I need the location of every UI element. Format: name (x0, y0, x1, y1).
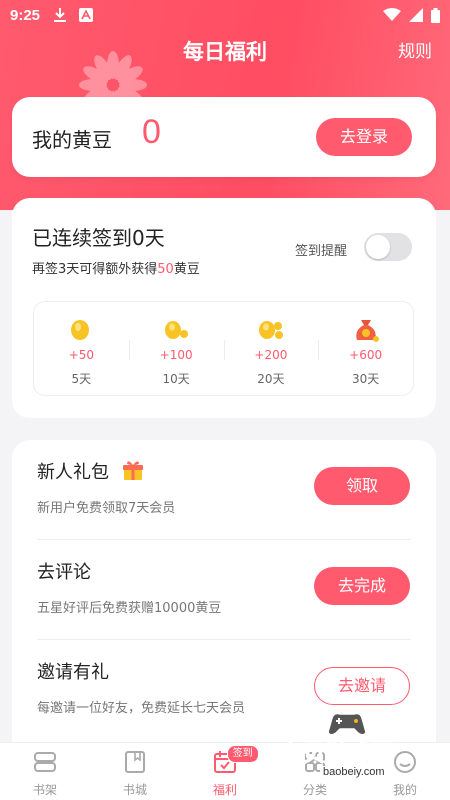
task-title: 去评论 (37, 562, 91, 583)
tab-label: 福利 (212, 783, 237, 797)
status-bar: 9:25 (0, 0, 450, 30)
tab-category[interactable]: 分类 (270, 743, 360, 800)
task-invite: 邀请有礼 每邀请一位好友，免费延长七天会员 去邀请 (12, 640, 436, 740)
battery-icon (431, 7, 440, 23)
invite-button[interactable]: 去邀请 (314, 667, 410, 705)
sign-in-subtitle: 再签3天可得额外获得50黄豆 (32, 258, 200, 277)
status-right-group (383, 7, 440, 23)
subtitle-prefix: 再签3天可得额外获得 (32, 262, 158, 277)
reward-item: +200 20天 (223, 302, 319, 395)
coin-icon (71, 320, 90, 340)
category-icon (305, 752, 325, 772)
task-title: 邀请有礼 (37, 662, 109, 683)
coins-icon (165, 321, 189, 339)
task-review: 去评论 五星好评后免费获赠10000黄豆 去完成 (12, 540, 436, 640)
tab-label: 分类 (302, 783, 327, 797)
money-bag-icon (355, 320, 379, 342)
beans-card: 我的黄豆 0 去登录 (12, 97, 436, 177)
page-title: 每日福利 (183, 40, 267, 64)
task-description: 五星好评后免费获赠10000黄豆 (37, 601, 222, 616)
complete-button[interactable]: 去完成 (314, 567, 410, 605)
rules-link[interactable]: 规则 (398, 37, 432, 62)
tab-label: 书架 (32, 783, 57, 797)
status-time: 9:25 (10, 6, 41, 24)
reward-item: +600 30天 (318, 302, 413, 395)
bottom-tab-bar: 书架 书城 签到 福利 分类 我的 (0, 742, 450, 800)
reward-item: +50 5天 (34, 302, 129, 395)
toggle-knob (366, 235, 390, 259)
task-description: 每邀请一位好友，免费延长七天会员 (37, 701, 246, 716)
beans-count: 0 (142, 113, 161, 151)
reward-days: 30天 (351, 372, 380, 386)
task-title: 新人礼包 (37, 462, 109, 483)
reward-item: +100 10天 (128, 302, 224, 395)
reward-days: 5天 (71, 372, 92, 386)
signal-icon (409, 8, 423, 22)
tab-welfare[interactable]: 签到 福利 (180, 743, 270, 800)
beans-label: 我的黄豆 (32, 128, 112, 152)
bookstore-icon (125, 751, 145, 773)
tab-bookshelf[interactable]: 书架 (0, 743, 90, 800)
coin-stack-icon (258, 321, 283, 339)
claim-button[interactable]: 领取 (314, 467, 410, 505)
reward-points: +600 (349, 348, 383, 362)
sign-in-card: 已连续签到0天 再签3天可得额外获得50黄豆 签到提醒 +50 5天 +100 … (12, 198, 436, 418)
reminder-label: 签到提醒 (295, 244, 348, 259)
font-icon (79, 8, 94, 22)
bookshelf-icon (34, 752, 56, 772)
tab-profile[interactable]: 我的 (360, 743, 450, 800)
wifi-icon (383, 8, 401, 21)
top-bar: 每日福利 规则 (0, 30, 450, 70)
tab-label: 我的 (392, 783, 417, 797)
reward-points: +100 (159, 348, 193, 362)
tasks-card: 新人礼包 新用户免费领取7天会员 领取 去评论 五星好评后免费获赠10000黄豆… (12, 440, 436, 760)
sign-in-badge: 签到 (226, 745, 259, 763)
profile-icon (394, 751, 416, 773)
tab-label: 书城 (122, 783, 147, 797)
subtitle-highlight: 50 (157, 262, 174, 277)
reward-days: 20天 (257, 372, 285, 386)
task-new-user-gift: 新人礼包 新用户免费领取7天会员 领取 (12, 440, 436, 540)
reward-points: +50 (68, 348, 95, 362)
reward-milestones: +50 5天 +100 10天 +200 20天 +600 30天 (33, 301, 414, 396)
login-button[interactable]: 去登录 (316, 118, 412, 156)
reward-days: 10天 (162, 372, 190, 386)
task-description: 新用户免费领取7天会员 (37, 501, 176, 516)
tab-bookstore[interactable]: 书城 (90, 743, 180, 800)
subtitle-suffix: 黄豆 (173, 262, 200, 277)
reward-points: +200 (254, 348, 288, 362)
sign-in-title: 已连续签到0天 (32, 226, 165, 250)
download-icon (54, 8, 67, 22)
reminder-toggle[interactable] (364, 233, 412, 261)
gift-icon (123, 461, 143, 480)
